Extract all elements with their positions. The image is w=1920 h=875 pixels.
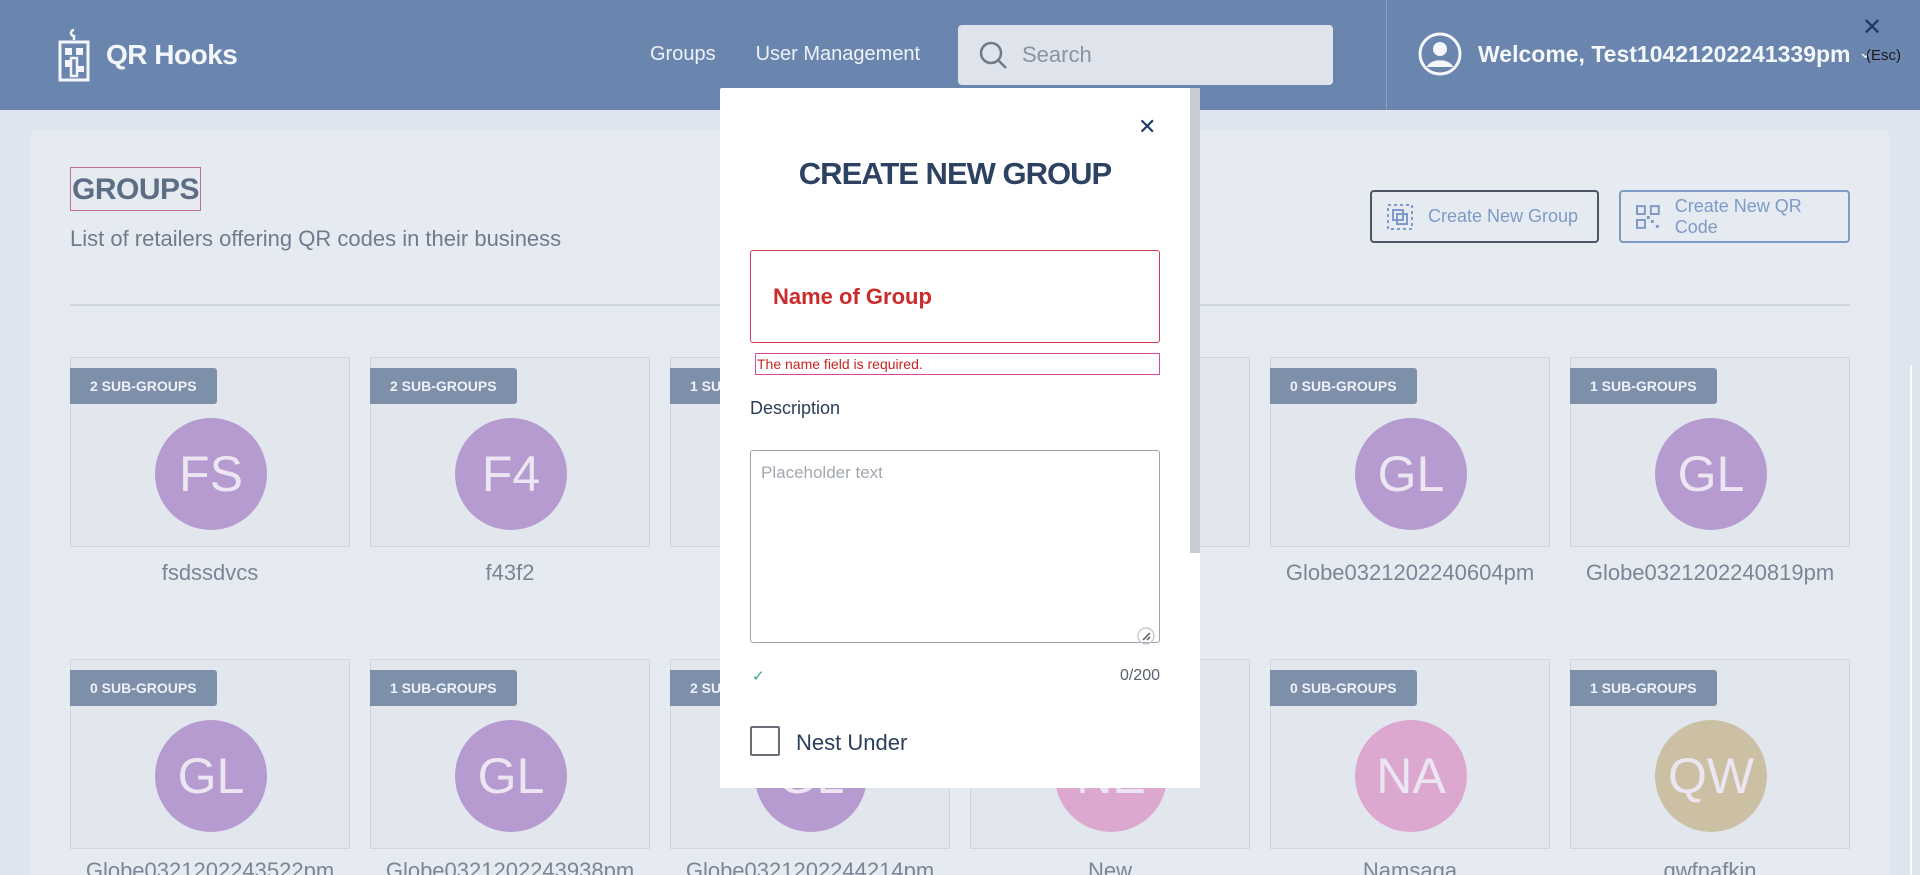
sub-groups-badge: 0 SUB-GROUPS [70,670,217,706]
group-name[interactable]: New [970,858,1250,875]
sub-groups-badge: 0 SUB-GROUPS [1270,670,1417,706]
sub-groups-badge: 1 SUB-GROUPS [370,670,517,706]
group-name[interactable]: Globe0321202243938pm [370,858,650,875]
qr-code-icon [1635,204,1660,229]
valid-check-icon: ✓ [752,668,765,685]
group-card[interactable]: 1 SUB-GROUPS GL [370,659,650,849]
name-error-message: The name field is required. [755,353,1160,375]
nest-under-checkbox[interactable] [750,726,780,756]
group-avatar: NA [1355,720,1467,832]
close-icon[interactable]: ✕ [1862,16,1882,40]
sub-groups-badge: 0 SUB-GROUPS [1270,368,1417,404]
group-name-input[interactable] [773,283,1133,310]
esc-hint: (Esc) [1866,47,1901,64]
create-group-icon [1387,203,1413,230]
create-group-label: Create New Group [1428,206,1579,226]
modal-title: CREATE NEW GROUP [798,156,1112,191]
group-name[interactable]: Globe0321202244214pm [670,858,950,875]
modal-close-icon[interactable]: ✕ [1138,116,1156,138]
search-input[interactable] [1022,42,1322,68]
main-nav: Groups User Management [650,43,920,66]
resize-grip-icon[interactable] [1137,627,1155,645]
sub-groups-badge: 1 SUB-GROUPS [1570,670,1717,706]
group-name[interactable]: qwfnafkin [1570,858,1850,875]
character-counter: 0/200 [1119,667,1160,684]
modal-scrollbar[interactable] [1190,88,1200,553]
group-avatar: F4 [455,418,567,530]
description-label: Description [750,398,841,418]
group-avatar: GL [1655,418,1767,530]
create-qr-label: Create New QR Code [1674,195,1802,237]
group-name[interactable]: Globe0321202240604pm [1270,560,1550,586]
group-card[interactable]: 0 SUB-GROUPS GL [1270,357,1550,547]
sub-groups-badge: 2 SUB-GROUPS [70,368,217,404]
page-edge-line [1910,365,1912,875]
header-divider [1386,0,1387,110]
group-avatar: FS [155,418,267,530]
group-name-field[interactable] [750,250,1160,343]
group-avatar: GL [155,720,267,832]
group-avatar: GL [455,720,567,832]
group-avatar: QW [1655,720,1767,832]
group-avatar: GL [1355,418,1467,530]
group-name[interactable]: Namsaga [1270,858,1550,875]
sub-groups-badge: 2 SUB-GROUPS [370,368,517,404]
create-new-qr-code-button[interactable]: Create New QR Code [1619,190,1850,243]
description-textarea[interactable] [750,450,1160,643]
group-name[interactable]: Globe0321202243522pm [70,858,350,875]
group-card[interactable]: 2 SUB-GROUPS FS [70,357,350,547]
group-name[interactable]: f43f2 [370,560,650,586]
group-card[interactable]: 2 SUB-GROUPS F4 [370,357,650,547]
nav-user-management[interactable]: User Management [756,43,921,66]
group-name[interactable]: Globe0321202240819pm [1570,560,1850,586]
group-name[interactable]: fsdssdvcs [70,560,350,586]
page-title: GROUPS [70,167,202,211]
search-box[interactable] [958,25,1333,85]
app-name: QR Hooks [106,39,238,70]
user-menu[interactable]: Welcome, Test10421202241339pm [1418,32,1851,76]
user-avatar-icon [1418,32,1462,76]
group-card[interactable]: 1 SUB-GROUPS GL [1570,357,1850,547]
group-card[interactable]: 0 SUB-GROUPS NA [1270,659,1550,849]
create-new-group-button[interactable]: Create New Group [1370,190,1599,243]
group-card[interactable]: 1 SUB-GROUPS QW [1570,659,1850,849]
qr-hook-logo-icon [58,28,90,82]
app-logo[interactable]: QR Hooks [56,28,238,82]
search-icon [979,41,1007,69]
page-subtitle: List of retailers offering QR codes in t… [70,226,562,251]
group-card[interactable]: 0 SUB-GROUPS GL [70,659,350,849]
nav-groups[interactable]: Groups [650,43,716,66]
nest-under-label[interactable]: Nest Under [796,730,907,756]
sub-groups-badge: 1 SUB-GROUPS [1570,368,1717,404]
welcome-text: Welcome, Test10421202241339pm [1478,40,1851,67]
